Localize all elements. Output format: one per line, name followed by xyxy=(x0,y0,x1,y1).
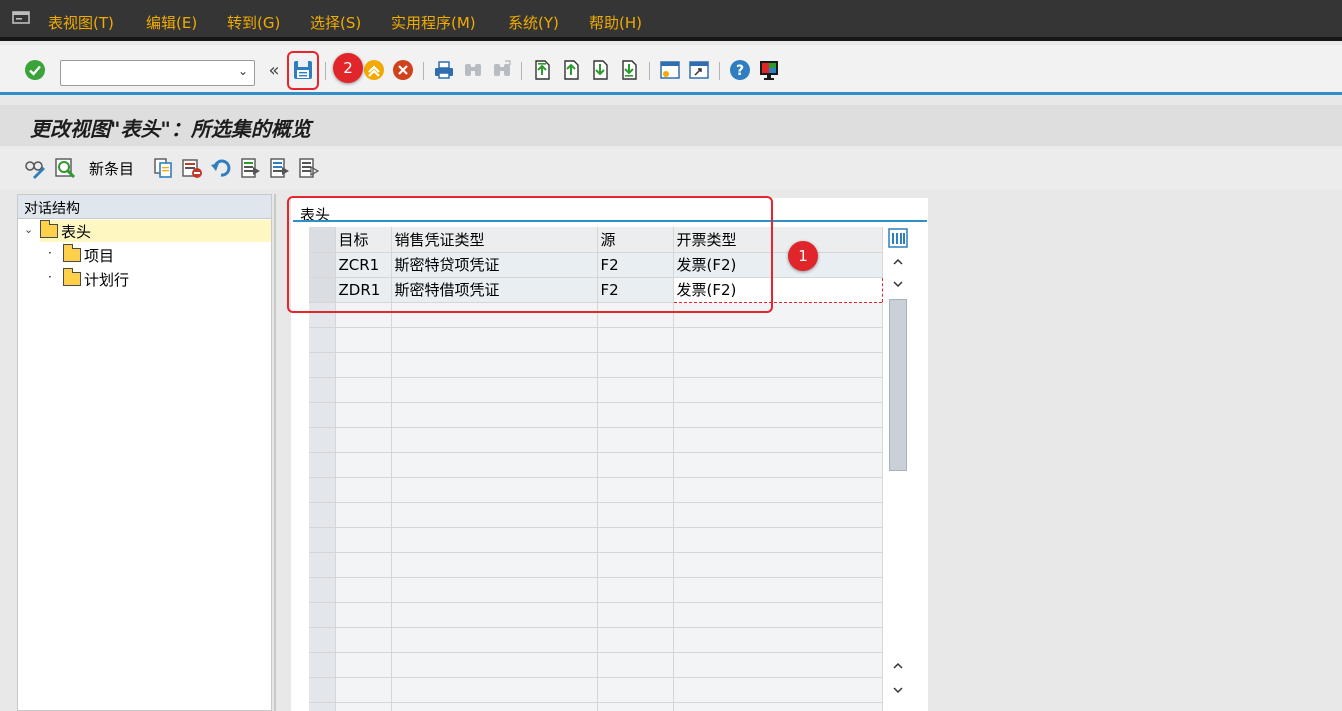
folder-open-icon xyxy=(39,220,58,238)
find-icon[interactable] xyxy=(462,59,484,81)
empty-row xyxy=(309,702,883,711)
empty-row xyxy=(309,677,883,703)
empty-row xyxy=(309,627,883,653)
menu-help[interactable]: 帮助(H) xyxy=(589,12,642,33)
command-field[interactable]: ⌄ xyxy=(60,60,255,86)
delete-row-icon[interactable] xyxy=(181,157,203,179)
copy-as-icon[interactable] xyxy=(152,157,174,179)
find-next-icon[interactable] xyxy=(491,59,513,81)
empty-row xyxy=(309,577,883,603)
print-icon[interactable] xyxy=(433,59,455,81)
system-menu-icon[interactable] xyxy=(12,10,32,26)
empty-row xyxy=(309,452,883,478)
chevron-down-icon[interactable]: ⌄ xyxy=(24,223,33,236)
application-toolbar: 新条目 xyxy=(0,147,1342,189)
annotation-marker-1: 1 xyxy=(788,241,818,271)
empty-row xyxy=(309,477,883,503)
tree-node-items[interactable]: 项目 xyxy=(62,244,115,266)
undo-change-icon[interactable] xyxy=(210,157,232,179)
cancel-icon[interactable] xyxy=(392,59,414,81)
scrollbar-thumb[interactable] xyxy=(889,299,907,471)
help-icon[interactable]: ? xyxy=(729,59,751,81)
tree-bullet: · xyxy=(48,270,52,284)
new-session-icon[interactable] xyxy=(659,59,681,81)
select-block-icon[interactable] xyxy=(268,157,290,179)
annotation-box-table xyxy=(287,196,773,313)
scroll-page-down-icon[interactable] xyxy=(887,679,909,701)
tree-bullet: · xyxy=(48,246,52,260)
vertical-scrollbar[interactable] xyxy=(887,227,909,703)
tree-node-schedule-lines[interactable]: 计划行 xyxy=(62,268,130,290)
tree-header: 对话结构 xyxy=(18,195,271,219)
scroll-up-icon[interactable] xyxy=(887,655,909,677)
annotation-marker-2: 2 xyxy=(333,53,363,83)
details-icon[interactable] xyxy=(54,157,76,179)
empty-row xyxy=(309,502,883,528)
page-title: 更改视图"表头"：所选集的概览 xyxy=(30,117,311,141)
empty-row xyxy=(309,427,883,453)
svg-text:?: ? xyxy=(736,63,744,79)
empty-row xyxy=(309,527,883,553)
command-input[interactable] xyxy=(61,61,226,85)
prev-page-icon[interactable] xyxy=(560,59,582,81)
empty-row xyxy=(309,652,883,678)
folder-icon xyxy=(62,268,81,286)
empty-row xyxy=(309,402,883,428)
deselect-all-icon[interactable] xyxy=(297,157,319,179)
menu-edit[interactable]: 编辑(E) xyxy=(146,12,197,33)
menu-select[interactable]: 选择(S) xyxy=(310,12,361,33)
table-settings-icon[interactable] xyxy=(887,227,909,249)
shortcut-icon[interactable] xyxy=(688,59,710,81)
empty-row xyxy=(309,552,883,578)
dialog-structure-tree: 对话结构 表头 ⌄ · 项目 · 计划行 xyxy=(17,194,272,711)
empty-row xyxy=(309,377,883,403)
tree-node-header[interactable]: 表头 xyxy=(39,220,271,242)
menu-system[interactable]: 系统(Y) xyxy=(508,12,559,33)
scroll-page-up-icon[interactable] xyxy=(887,251,909,273)
scroll-down-icon[interactable] xyxy=(887,273,909,295)
annotation-box-save xyxy=(287,51,319,90)
menu-table-view[interactable]: 表视图(T) xyxy=(48,12,114,33)
back-icon[interactable] xyxy=(363,59,385,81)
tree-node-label: 项目 xyxy=(84,246,115,265)
next-page-icon[interactable] xyxy=(589,59,611,81)
standard-toolbar: ⌄ « ? xyxy=(0,45,1342,95)
screen-title-bar: 更改视图"表头"：所选集的概览 xyxy=(0,105,1342,146)
enter-check-icon[interactable] xyxy=(24,59,46,81)
folder-icon xyxy=(62,244,81,262)
chevron-down-icon[interactable]: ⌄ xyxy=(238,64,248,78)
menu-goto[interactable]: 转到(G) xyxy=(227,12,280,33)
menu-bar: 表视图(T) 编辑(E) 转到(G) 选择(S) 实用程序(M) 系统(Y) 帮… xyxy=(0,0,1342,41)
customize-layout-icon[interactable] xyxy=(758,59,780,81)
last-page-icon[interactable] xyxy=(618,59,640,81)
sap-window: 表视图(T) 编辑(E) 转到(G) 选择(S) 实用程序(M) 系统(Y) 帮… xyxy=(0,0,1342,711)
empty-row xyxy=(309,602,883,628)
empty-row xyxy=(309,327,883,353)
display-change-icon[interactable] xyxy=(24,157,46,179)
expand-collapse-icon[interactable]: « xyxy=(263,59,285,81)
select-all-icon[interactable] xyxy=(239,157,261,179)
new-entries-button[interactable]: 新条目 xyxy=(89,158,134,179)
first-page-icon[interactable] xyxy=(531,59,553,81)
tree-node-label: 计划行 xyxy=(84,270,130,289)
empty-row xyxy=(309,352,883,378)
pane-splitter[interactable] xyxy=(274,194,276,711)
tree-node-label: 表头 xyxy=(61,222,92,241)
menu-utilities[interactable]: 实用程序(M) xyxy=(391,12,476,33)
